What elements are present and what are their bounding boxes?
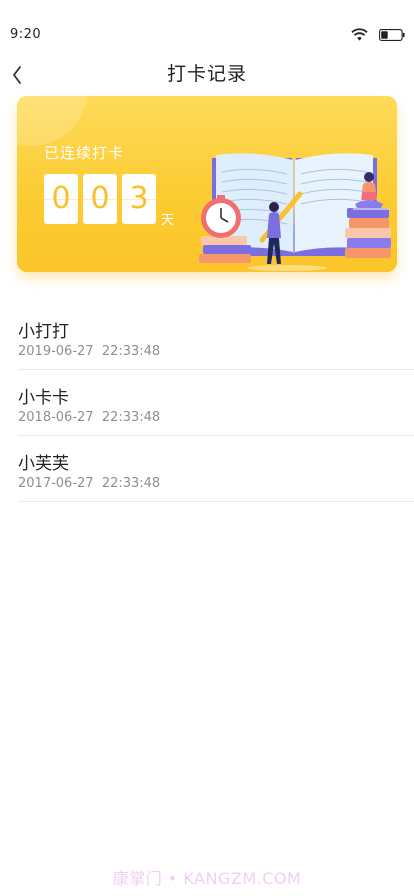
- streak-card: 已连续打卡 0 0 3 天: [17, 96, 397, 272]
- page-title: 打卡记录: [166, 63, 247, 85]
- streak-digit: 0: [83, 174, 117, 224]
- check-in-record-list: 小打打 2019-06-27 22:33:48 小卡卡 2018-06-27 2…: [18, 304, 414, 502]
- status-bar: 9:20: [0, 0, 414, 50]
- open-book-reading-illustration: [199, 153, 391, 271]
- card-decoration: [17, 96, 87, 146]
- nav-bar: 打卡记录: [0, 52, 414, 92]
- streak-label: 已连续打卡: [44, 144, 125, 162]
- record-name: 小芙芙: [18, 454, 69, 474]
- streak-digit: 3: [122, 174, 156, 224]
- battery-icon: [379, 29, 405, 41]
- list-item[interactable]: 小打打 2019-06-27 22:33:48: [18, 304, 414, 370]
- list-item[interactable]: 小芙芙 2017-06-27 22:33:48: [18, 436, 414, 502]
- record-time: 2017-06-27 22:33:48: [18, 476, 161, 491]
- watermark: 康掌门 • KANGZM.COM: [112, 869, 302, 888]
- streak-unit: 天: [161, 213, 175, 228]
- streak-digit: 0: [44, 174, 78, 224]
- record-name: 小卡卡: [18, 388, 69, 408]
- check-in-records-page: 9:20 打卡记录 已连续打卡 0 0 3 天 小打打 2019-06-27 2…: [0, 0, 414, 896]
- record-time: 2018-06-27 22:33:48: [18, 410, 161, 425]
- status-time: 9:20: [10, 27, 42, 42]
- wifi-icon: [351, 28, 368, 41]
- record-time: 2019-06-27 22:33:48: [18, 344, 161, 359]
- list-item[interactable]: 小卡卡 2018-06-27 22:33:48: [18, 370, 414, 436]
- record-name: 小打打: [18, 322, 69, 342]
